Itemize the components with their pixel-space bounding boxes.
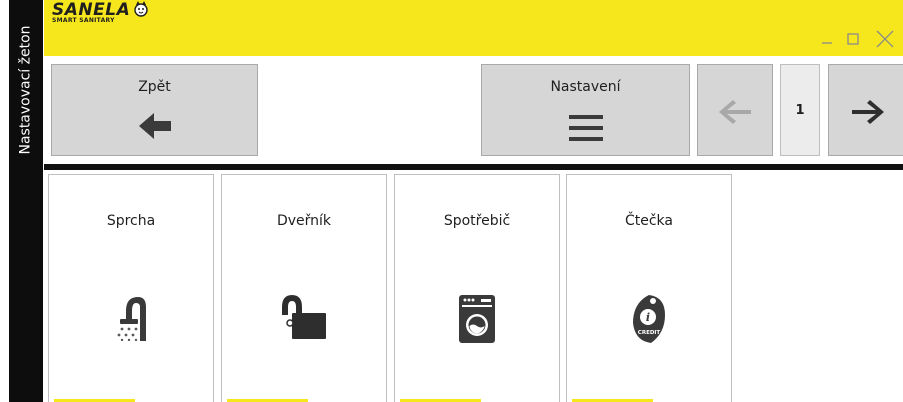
tile-label: Čtečka [624, 213, 673, 229]
toolbar: Zpět Nastavení 1 [44, 56, 903, 164]
tile-label: Sprcha [106, 213, 156, 229]
minimize-icon [822, 42, 832, 44]
next-page-button[interactable] [828, 64, 903, 156]
tile-appliance[interactable]: Spotřebič [394, 174, 560, 402]
previous-page-button[interactable] [697, 64, 773, 156]
settings-label: Nastavení [550, 79, 621, 95]
tile-grid: Sprcha Dveřník Spotřebič Čtečka i CREDIT [44, 170, 903, 402]
back-button[interactable]: Zpět [51, 64, 258, 156]
close-icon [876, 30, 894, 48]
tile-label: Spotřebič [443, 213, 511, 229]
mascot-icon [134, 1, 148, 17]
arrow-left-icon [138, 113, 171, 139]
unlock-icon [282, 295, 326, 339]
svg-text:i: i [646, 311, 650, 324]
title-bar: SANELA SMART SANITARY [44, 0, 903, 56]
tile-reader[interactable]: Čtečka i CREDIT [566, 174, 732, 402]
menu-icon [568, 115, 603, 141]
close-button[interactable] [872, 26, 898, 52]
app-window: Nastavovací žeton SANELA SMART SANITARY [0, 0, 903, 402]
maximize-icon [847, 33, 859, 45]
shower-icon [117, 297, 146, 341]
washing-machine-icon [459, 295, 495, 343]
brand-logo: SANELA SMART SANITARY [52, 0, 162, 28]
side-title: Nastavovací žeton [9, 0, 43, 180]
tile-shower[interactable]: Sprcha [48, 174, 214, 402]
settings-button[interactable]: Nastavení [481, 64, 690, 156]
arrow-left-icon [719, 100, 751, 124]
tile-label: Dveřník [276, 213, 332, 229]
arrow-right-icon [852, 100, 884, 124]
credit-text: CREDIT [638, 330, 661, 336]
maximize-button[interactable] [840, 26, 866, 52]
brand-tagline: SMART SANITARY [52, 17, 115, 24]
page-number: 1 [780, 64, 820, 156]
credit-tag-icon: i CREDIT [633, 295, 665, 343]
side-title-text: Nastavovací žeton [18, 25, 34, 155]
tile-door-opener[interactable]: Dveřník [221, 174, 387, 402]
side-strip: Nastavovací žeton [0, 0, 44, 402]
minimize-button[interactable] [814, 26, 840, 52]
back-label: Zpět [138, 79, 171, 95]
